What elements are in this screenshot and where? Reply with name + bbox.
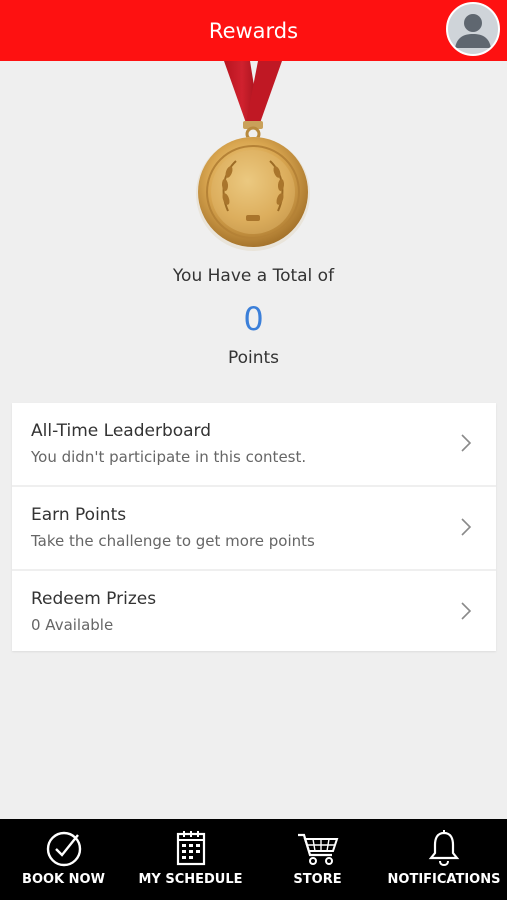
bottom-nav: BOOK NOW MY SCHEDULE STORE NOTIFICATIONS — [0, 819, 507, 900]
points-total-caption: You Have a Total of — [172, 266, 335, 286]
chevron-right-icon — [461, 434, 472, 452]
menu-item-earn-points[interactable]: Earn Points Take the challenge to get mo… — [12, 487, 496, 571]
user-avatar-icon — [455, 14, 491, 48]
nav-label: STORE — [293, 872, 342, 887]
cart-icon — [297, 833, 338, 865]
nav-store[interactable]: STORE — [254, 819, 381, 900]
menu-item-subtitle: Take the challenge to get more points — [31, 532, 315, 550]
menu-item-title: All-Time Leaderboard — [31, 421, 212, 441]
menu-item-title: Redeem Prizes — [31, 589, 157, 609]
profile-avatar[interactable] — [446, 2, 500, 56]
header-bar: Rewards — [0, 0, 507, 61]
nav-label: NOTIFICATIONS — [387, 872, 501, 887]
nav-my-schedule[interactable]: MY SCHEDULE — [127, 819, 254, 900]
bell-icon — [428, 830, 460, 867]
calendar-icon — [176, 831, 205, 866]
rewards-menu: All-Time Leaderboard You didn't particip… — [12, 403, 496, 651]
page-title: Rewards — [208, 19, 299, 43]
menu-item-subtitle: You didn't participate in this contest. — [31, 448, 307, 466]
menu-item-subtitle: 0 Available — [31, 616, 114, 634]
nav-book-now[interactable]: BOOK NOW — [0, 819, 127, 900]
chevron-right-icon — [461, 518, 472, 536]
menu-item-leaderboard[interactable]: All-Time Leaderboard You didn't particip… — [12, 403, 496, 487]
gold-medal-icon — [196, 61, 310, 251]
points-value: 0 — [243, 300, 264, 338]
nav-label: BOOK NOW — [22, 872, 105, 887]
nav-notifications[interactable]: NOTIFICATIONS — [381, 819, 507, 900]
menu-item-title: Earn Points — [31, 505, 127, 525]
chevron-right-icon — [461, 602, 472, 620]
check-circle-icon — [46, 831, 81, 867]
menu-item-redeem-prizes[interactable]: Redeem Prizes 0 Available — [12, 571, 496, 651]
nav-label: MY SCHEDULE — [138, 872, 243, 887]
points-label: Points — [227, 348, 280, 368]
